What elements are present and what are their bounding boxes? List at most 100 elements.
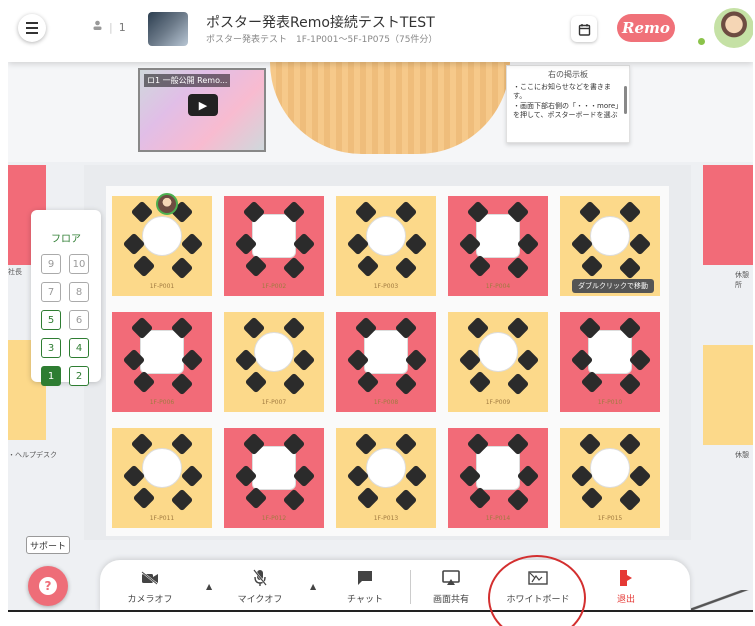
seat[interactable] <box>394 372 418 396</box>
leave-label: 退出 <box>616 595 635 605</box>
seat[interactable] <box>282 488 306 512</box>
seat[interactable] <box>356 370 380 394</box>
screen-share-button[interactable]: 画面共有 <box>426 568 476 605</box>
seat[interactable] <box>292 232 316 256</box>
seat[interactable] <box>580 486 604 510</box>
camera-off-button[interactable]: カメラオフ <box>120 568 180 605</box>
floor-button[interactable]: 1 <box>41 366 61 386</box>
conference-table[interactable]: 1F-P006 <box>112 312 212 412</box>
seat[interactable] <box>628 464 652 488</box>
seat[interactable] <box>170 372 194 396</box>
seat[interactable] <box>506 256 530 280</box>
conference-table[interactable]: 1F-P003 <box>336 196 436 296</box>
seat[interactable] <box>356 254 380 278</box>
seat[interactable] <box>282 372 306 396</box>
conference-table[interactable]: 1F-P015 <box>560 428 660 528</box>
seat[interactable] <box>180 348 204 372</box>
seat[interactable] <box>516 348 540 372</box>
conference-table[interactable]: 1F-P013 <box>336 428 436 528</box>
seat[interactable] <box>404 464 428 488</box>
floor-button[interactable]: 6 <box>69 310 89 330</box>
seat[interactable] <box>516 464 540 488</box>
seat[interactable] <box>244 486 268 510</box>
my-avatar-marker[interactable] <box>156 193 178 215</box>
seat[interactable] <box>244 370 268 394</box>
notice-board-scrollbar[interactable] <box>624 86 627 114</box>
camera-options-caret[interactable]: ▲ <box>206 582 212 591</box>
seat[interactable] <box>618 256 642 280</box>
floor-button[interactable]: 3 <box>41 338 61 358</box>
side-label-right-top: 休憩所 <box>735 271 749 289</box>
seat[interactable] <box>506 488 530 512</box>
support-button[interactable]: ? <box>28 566 68 606</box>
seat[interactable] <box>468 254 492 278</box>
seat[interactable] <box>170 488 194 512</box>
conference-table[interactable]: 1F-P009 <box>448 312 548 412</box>
seat[interactable] <box>404 348 428 372</box>
seat[interactable] <box>292 348 316 372</box>
table-top <box>476 446 520 490</box>
seat[interactable] <box>394 256 418 280</box>
floor-button[interactable]: 7 <box>41 282 61 302</box>
seat[interactable] <box>394 488 418 512</box>
table-label: 1F-P013 <box>373 515 399 522</box>
user-avatar[interactable] <box>714 8 753 48</box>
chat-button[interactable]: チャット <box>340 568 390 605</box>
floor-button[interactable]: 5 <box>41 310 61 330</box>
seat[interactable] <box>516 232 540 256</box>
table-label: 1F-P010 <box>597 399 623 406</box>
calendar-button[interactable] <box>571 16 597 42</box>
leave-button[interactable]: 退出 <box>606 568 646 605</box>
table-top <box>478 332 518 372</box>
side-table-right-bottom[interactable] <box>703 345 753 445</box>
seat[interactable] <box>468 370 492 394</box>
seat[interactable] <box>244 254 268 278</box>
play-icon[interactable]: ▶ <box>188 94 218 116</box>
conference-table[interactable]: 1F-P012 <box>224 428 324 528</box>
seat[interactable] <box>580 254 604 278</box>
person-icon <box>92 20 103 34</box>
hamburger-menu-button[interactable] <box>18 14 46 42</box>
mic-off-button[interactable]: マイクオフ <box>230 568 290 605</box>
seat[interactable] <box>628 232 652 256</box>
seat[interactable] <box>618 488 642 512</box>
table-top <box>140 330 184 374</box>
floor-button[interactable]: 9 <box>41 254 61 274</box>
conference-table[interactable]: 1F-P002 <box>224 196 324 296</box>
conference-table[interactable]: 1F-P010 <box>560 312 660 412</box>
conference-table[interactable]: 1F-P014 <box>448 428 548 528</box>
seat[interactable] <box>180 232 204 256</box>
seat[interactable] <box>404 232 428 256</box>
table-label: 1F-P015 <box>597 515 623 522</box>
floor-button[interactable]: 8 <box>69 282 89 302</box>
table-top <box>366 448 406 488</box>
seat[interactable] <box>618 372 642 396</box>
seat[interactable] <box>506 372 530 396</box>
seat[interactable] <box>170 256 194 280</box>
participant-counter[interactable]: | 1 <box>92 20 126 34</box>
conference-table[interactable]: 1F-P007 <box>224 312 324 412</box>
seat[interactable] <box>628 348 652 372</box>
floor-button[interactable]: 10 <box>69 254 89 274</box>
notice-board-body: ・ここにお知らせなどを書きます。 ・画面下部右側の「・・・more」を押して、ポ… <box>513 83 623 121</box>
table-top <box>590 216 630 256</box>
floor-button[interactable]: 4 <box>69 338 89 358</box>
conference-table[interactable]: 1F-P008 <box>336 312 436 412</box>
floor-button[interactable]: 2 <box>69 366 89 386</box>
conference-table[interactable]: 1F-P011 <box>112 428 212 528</box>
seat[interactable] <box>356 486 380 510</box>
seat[interactable] <box>580 370 604 394</box>
seat[interactable] <box>180 464 204 488</box>
seat[interactable] <box>132 486 156 510</box>
seat[interactable] <box>282 256 306 280</box>
seat[interactable] <box>292 464 316 488</box>
notice-board[interactable]: 右の掲示板 ・ここにお知らせなどを書きます。 ・画面下部右側の「・・・more」… <box>506 65 630 143</box>
mic-options-caret[interactable]: ▲ <box>310 582 316 591</box>
video-board[interactable]: ロ1 一般公開 Remo... ▶ <box>138 68 266 152</box>
conference-table[interactable]: 1F-P004 <box>448 196 548 296</box>
table-label: 1F-P008 <box>373 399 399 406</box>
seat[interactable] <box>468 486 492 510</box>
side-table-right-top[interactable] <box>703 165 753 265</box>
seat[interactable] <box>132 254 156 278</box>
seat[interactable] <box>132 370 156 394</box>
